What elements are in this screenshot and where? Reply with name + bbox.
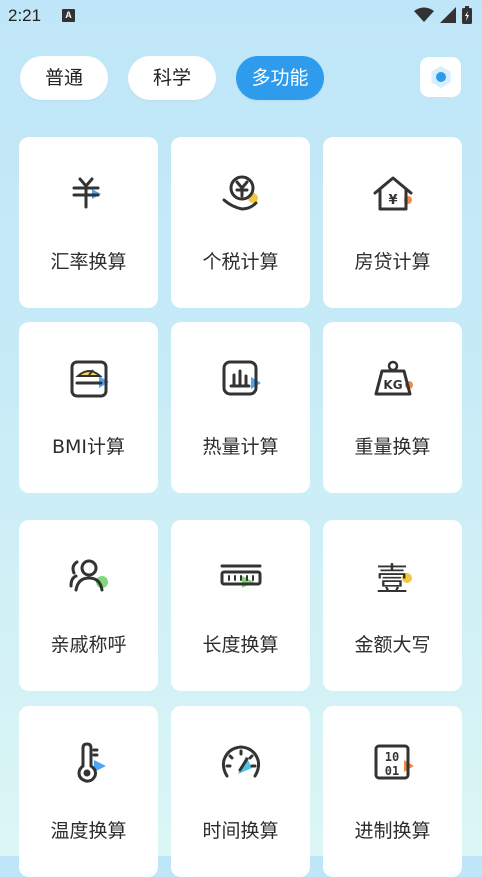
svg-text:KG: KG [383,378,402,392]
mode-tab-normal[interactable]: 普通 [20,56,108,100]
notification-icon: A [62,9,75,22]
tool-card-temperature[interactable]: 温度换算 [19,706,158,877]
tool-label: 金额大写 [354,634,431,656]
bmi-scale-icon [70,360,109,398]
mortgage-icon: ¥ [373,176,413,211]
tool-label: 进制换算 [354,820,431,842]
tool-label: 长度换算 [202,634,279,656]
status-time: 2:21 [8,6,42,25]
svg-text:壹: 壹 [376,560,408,598]
svg-text:¥: ¥ [388,193,397,208]
mode-tab-scientific[interactable]: 科学 [128,56,216,100]
amount-uppercase-icon: 壹 [376,560,412,598]
tool-card-time[interactable]: 时间换算 [171,706,310,877]
calorie-chart-icon [222,360,261,396]
svg-text:10: 10 [385,750,399,764]
tool-card-bmi[interactable]: BMI计算 [19,322,158,493]
tool-label: 个税计算 [202,251,279,273]
currency-exchange-icon [72,177,101,209]
tool-card-mortgage[interactable]: ¥ 房贷计算 [323,137,462,308]
wifi-icon [414,7,434,22]
tool-label: 重量换算 [354,436,431,458]
battery-icon [462,6,472,24]
tool-card-weight[interactable]: KG 重量换算 [323,322,462,493]
tool-card-length[interactable]: 长度换算 [171,520,310,691]
relatives-icon [69,559,108,592]
tool-card-calories[interactable]: 热量计算 [171,322,310,493]
ruler-icon [220,564,262,588]
tool-label: 温度换算 [50,820,127,842]
tool-card-relatives[interactable]: 亲戚称呼 [19,520,158,691]
status-bar: 2:21 A [0,0,482,34]
status-indicators [414,6,472,24]
weight-kg-icon: KG [374,360,413,396]
tool-label: 房贷计算 [354,251,431,273]
tool-label: 热量计算 [202,436,279,458]
tool-card-exchange-rate[interactable]: 汇率换算 [19,137,158,308]
tool-label: BMI计算 [51,436,126,458]
hexagon-settings-icon [431,66,450,88]
signal-icon [440,7,456,23]
tool-label: 汇率换算 [50,251,127,273]
tool-label: 时间换算 [202,820,279,842]
mode-tab-multifunction[interactable]: 多功能 [236,56,324,100]
income-tax-icon [222,175,258,211]
theme-settings-button[interactable] [420,57,461,97]
tool-label: 亲戚称呼 [50,634,127,656]
speedometer-icon [221,745,261,778]
svg-text:01: 01 [385,764,399,778]
tool-card-base-conversion[interactable]: 10 01 进制换算 [323,706,462,877]
tool-card-income-tax[interactable]: 个税计算 [171,137,310,308]
binary-icon: 10 01 [374,744,414,780]
thermometer-icon [77,742,106,783]
tool-card-amount-uppercase[interactable]: 壹 金额大写 [323,520,462,691]
